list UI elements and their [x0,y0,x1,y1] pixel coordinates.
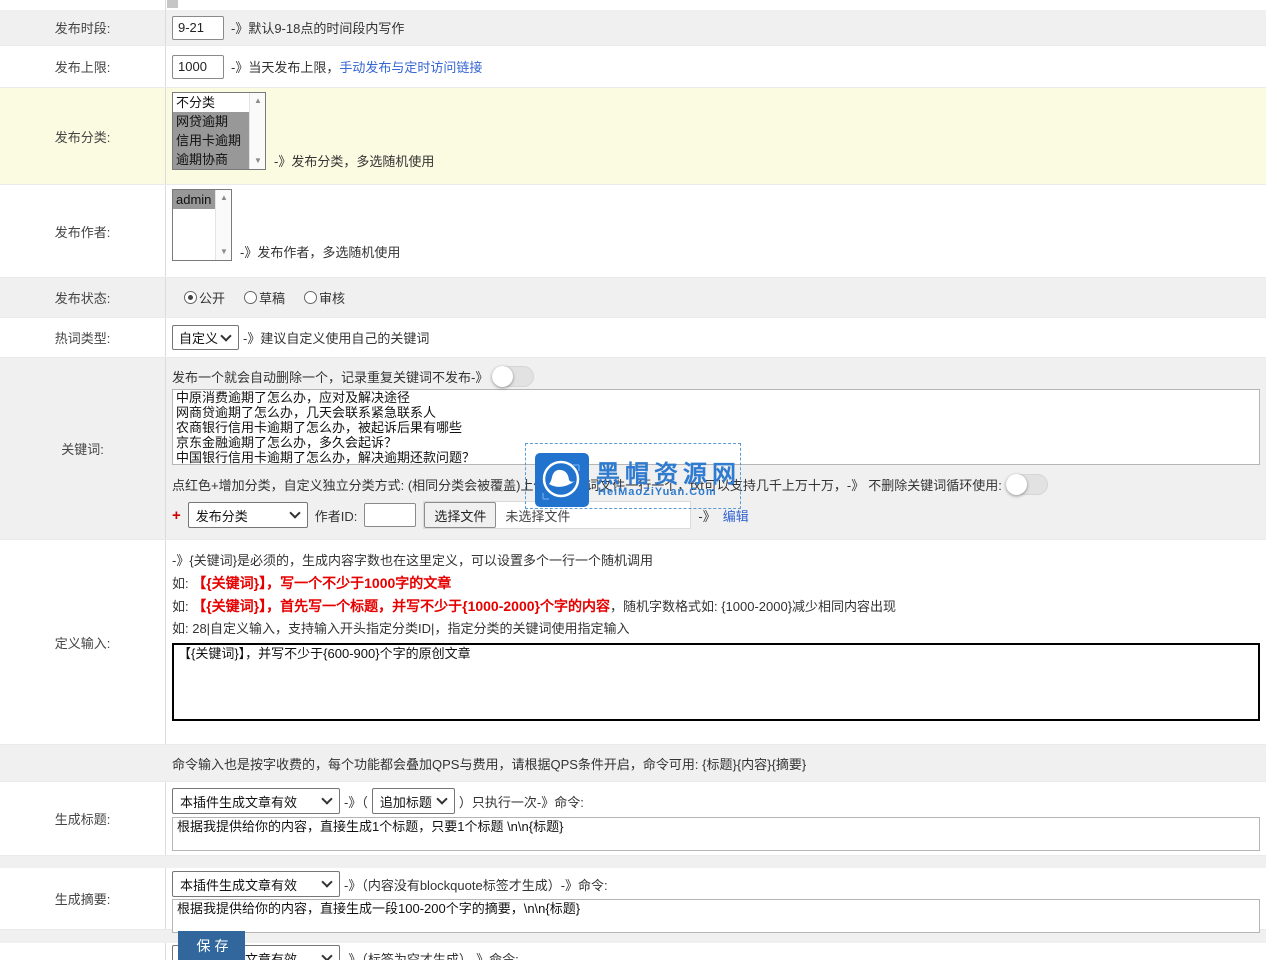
generate-summary-note: -》（内容没有blockquote标签才生成）-》命令: [344,875,608,894]
command-note-text: 命令输入也是按字收费的，每个功能都会叠加QPS与费用，请根据QPS条件开启，命令… [172,754,806,773]
publish-category-label: 发布分类: [0,88,166,184]
row-generate-summary: 生成摘要: 本插件生成文章有效 -》（内容没有blockquote标签才生成）-… [0,868,1266,930]
radio-icon[interactable] [244,291,257,304]
custom-input-help-3: 如: 【{关键词}】，首先写一个标题，并写不少于{1000-2000}个字的内容… [172,595,1266,618]
author-id-label: 作者ID: [315,506,358,525]
publish-time-input[interactable] [172,16,224,40]
author-id-input[interactable] [364,503,416,527]
status-radio-public[interactable]: 公开 [184,288,225,307]
publish-category-note: -》发布分类，多选随机使用 [274,151,434,170]
publish-limit-note: -》当天发布上限，手动发布与定时访问链接 [231,57,482,76]
summary-mode-select[interactable]: 本插件生成文章有效 [172,871,340,897]
hotword-type-label: 热词类型: [0,318,166,357]
category-option[interactable]: 网贷逾期 [173,112,249,131]
category-option[interactable]: 信用卡逾期 [173,131,249,150]
manual-publish-link[interactable]: 手动发布与定时访问链接 [339,60,482,75]
title-command-textarea[interactable]: 根据我提供给你的内容，直接生成1个标题，只要1个标题 \n\n{标题} [172,817,1260,851]
scroll-down-icon[interactable]: ▼ [216,245,232,259]
heimao-logo-icon [535,453,589,507]
publish-author-label: 发布作者: [0,185,166,277]
custom-input-label: 定义输入: [0,540,166,744]
row-custom-input: 定义输入: -》{关键词}是必须的，生成内容字数也在这里定义，可以设置多个一行一… [0,540,1266,745]
keyword-category-select[interactable]: 发布分类 [188,502,308,528]
publish-time-label: 发布时段: [0,10,166,45]
cutoff-control-stub [167,0,178,8]
arrow-text: -》（ [344,792,368,811]
keywords-toggle-note: 发布一个就会自动删除一个，记录重复关键词不发布-》 [172,367,488,386]
auto-delete-toggle[interactable] [492,366,534,387]
watermark: 黑帽资源网 HeiMaoZiYuan.Com [525,443,741,509]
row-separator [0,856,1266,868]
author-multiselect[interactable]: admin ▲ ▼ [172,189,232,261]
keep-keywords-toggle[interactable] [1006,474,1048,495]
row-command-note: 命令输入也是按字收费的，每个功能都会叠加QPS与费用，请根据QPS条件开启，命令… [0,745,1266,782]
author-option[interactable]: admin [173,190,215,209]
publish-limit-input[interactable] [172,55,224,79]
plugin-settings-page: 发布时段: -》默认9-18点的时间段内写作 发布上限: -》当天发布上限，手动… [0,0,1266,960]
add-category-button[interactable]: + [172,507,181,524]
row-hotword-type: 热词类型: 自定义 -》建议自定义使用自己的关键词 [0,318,1266,358]
example-red-text: 【{关键词}】，写一个不少于1000字的文章 [192,575,451,591]
title-mode-select[interactable]: 本插件生成文章有效 [172,788,340,814]
publish-author-note: -》发布作者，多选随机使用 [240,242,400,261]
row-top-partial [0,0,1266,10]
generate-summary-label: 生成摘要: [0,868,166,929]
choose-file-button[interactable]: 选择文件 [424,502,496,528]
keywords-label: 关键词: [0,358,166,539]
row-generate-title: 生成标题: 本插件生成文章有效 -》（ 追加标题 ）只执行一次-》命令: 根据我… [0,782,1266,856]
keywords-loop-note: 不删除关键词循环使用: [868,475,1002,494]
custom-input-textarea[interactable]: 【{关键词}】，并写不少于{600-900}个字的原创文章 [172,643,1260,721]
row-publish-time: 发布时段: -》默认9-18点的时间段内写作 [0,10,1266,46]
custom-input-help-2: 如: 【{关键词}】，写一个不少于1000字的文章 [172,572,1266,595]
title-append-select[interactable]: 追加标题 [372,788,455,814]
publish-status-label: 发布状态: [0,278,166,317]
row-publish-limit: 发布上限: -》当天发布上限，手动发布与定时访问链接 [0,46,1266,88]
top-partial-label [0,0,166,10]
generate-tag-note: -》（标签为空才生成）-》命令: [344,949,519,960]
row-publish-author: 发布作者: admin ▲ ▼ -》发布作者，多选随机使用 [0,185,1266,278]
status-radio-draft[interactable]: 草稿 [244,288,285,307]
keywords-upload-note: 点红色+增加分类，自定义独立分类方式: (相同分类会被覆盖)上传txt关键词文件… [172,475,864,494]
publish-time-note: -》默认9-18点的时间段内写作 [231,18,404,37]
hotword-type-select[interactable]: 自定义 [172,325,239,350]
scroll-down-icon[interactable]: ▼ [250,154,266,168]
generate-title-note: ）只执行一次-》命令: [459,792,584,811]
row-publish-status: 发布状态: 公开 草稿 审核 [0,278,1266,318]
row-publish-category: 发布分类: 不分类 网贷逾期 信用卡逾期 逾期协商 ▲ ▼ -》发布分类，多选随… [0,88,1266,185]
category-multiselect[interactable]: 不分类 网贷逾期 信用卡逾期 逾期协商 ▲ ▼ [172,92,266,170]
category-option[interactable]: 不分类 [173,93,249,112]
publish-limit-label: 发布上限: [0,46,166,87]
status-radio-review[interactable]: 审核 [304,288,345,307]
watermark-title: 黑帽资源网 [596,454,741,489]
radio-icon[interactable] [304,291,317,304]
example-red-text: 【{关键词}】，首先写一个标题，并写不少于{1000-2000}个字的内容 [192,598,610,614]
listbox-scrollbar[interactable]: ▲ ▼ [215,190,231,260]
generate-title-label: 生成标题: [0,782,166,855]
hotword-type-note: -》建议自定义使用自己的关键词 [243,328,429,347]
scroll-up-icon[interactable]: ▲ [216,191,232,205]
save-button[interactable]: 保存 [178,931,245,960]
custom-input-help-4: 如: 28|自定义输入，支持输入开头指定分类ID|，指定分类的关键词使用指定输入 [172,618,1266,640]
summary-command-textarea[interactable]: 根据我提供给你的内容，直接生成一段100-200个字的摘要，\n\n{标题} [172,899,1260,933]
watermark-domain: HeiMaoZiYuan.Com [598,486,717,498]
category-option[interactable]: 逾期协商 [173,150,249,169]
custom-input-help-1: -》{关键词}是必须的，生成内容字数也在这里定义，可以设置多个一行一个随机调用 [172,550,1266,572]
scroll-up-icon[interactable]: ▲ [250,94,266,108]
radio-checked-icon[interactable] [184,291,197,304]
listbox-scrollbar[interactable]: ▲ ▼ [249,93,265,169]
